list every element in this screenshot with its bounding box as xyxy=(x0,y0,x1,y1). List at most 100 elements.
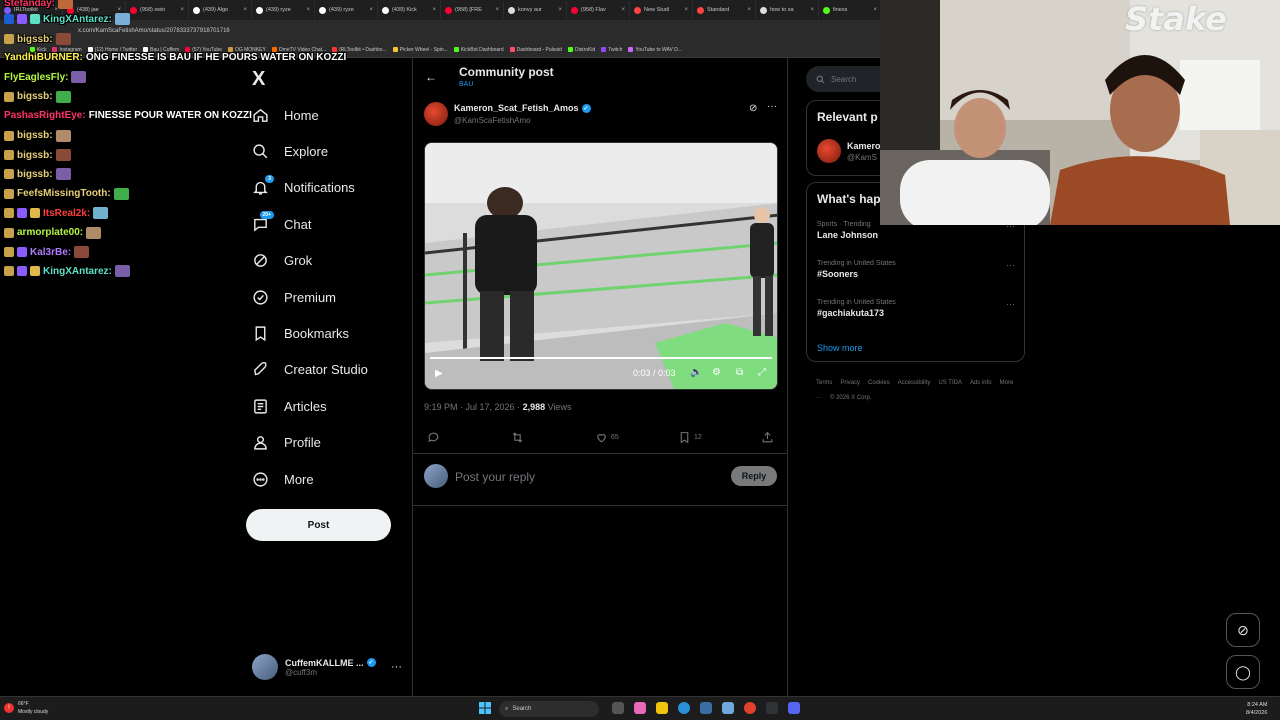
footer-link[interactable]: Accessibility xyxy=(898,380,931,386)
bookmark-link[interactable]: YouTube to WAV D... xyxy=(628,47,682,53)
close-icon[interactable]: × xyxy=(306,7,310,13)
bookmark-link[interactable]: Instagram xyxy=(52,47,82,53)
browser-tab[interactable]: Standard × xyxy=(693,1,756,19)
app-icon[interactable] xyxy=(722,702,734,714)
browser-tab[interactable]: (438) jae × xyxy=(63,1,126,19)
x-logo[interactable]: X xyxy=(252,68,265,91)
share-icon[interactable] xyxy=(761,431,774,444)
volume-icon[interactable]: 🔈 xyxy=(690,367,702,378)
app-icon[interactable] xyxy=(766,702,778,714)
more-dots-icon[interactable]: ··· xyxy=(391,661,402,673)
task-view-icon[interactable] xyxy=(612,702,624,714)
repost-icon[interactable] xyxy=(511,431,524,444)
reply-button[interactable]: Reply xyxy=(731,466,777,486)
bookmark-button[interactable]: 12 xyxy=(678,431,702,444)
like-button[interactable]: 65 xyxy=(595,431,619,444)
pip-icon[interactable]: ⧉ xyxy=(736,367,743,378)
discord-icon[interactable] xyxy=(788,702,800,714)
bookmark-link[interactable]: OmeTV Video Chat... xyxy=(271,47,326,53)
browser-tab[interactable]: how to sa × xyxy=(756,1,819,19)
app-icon[interactable] xyxy=(634,702,646,714)
bookmark-link[interactable]: (57) YouTube xyxy=(185,47,222,53)
close-icon[interactable]: × xyxy=(117,7,121,13)
nav-item-explore[interactable]: Explore xyxy=(250,136,328,166)
avatar[interactable] xyxy=(817,139,841,163)
author-handle[interactable]: @KamScaFetishAmo xyxy=(454,116,531,125)
footer-link[interactable]: Cookies xyxy=(868,380,890,386)
author-avatar[interactable] xyxy=(424,102,448,126)
chat-icon[interactable]: ◯ xyxy=(1226,655,1260,689)
close-icon[interactable]: × xyxy=(369,7,373,13)
reply-icon[interactable] xyxy=(427,431,440,444)
browser-tab[interactable]: (958) swin × xyxy=(126,1,189,19)
windows-start-icon[interactable] xyxy=(479,702,491,714)
browser-tab[interactable]: (439) ryze × xyxy=(315,1,378,19)
gear-icon[interactable]: ⚙ xyxy=(712,367,721,378)
weather-widget[interactable]: ! 66°F Mostly cloudy xyxy=(4,700,48,716)
bookmark-link[interactable]: DistroKid xyxy=(567,47,595,53)
nav-item-notifications[interactable]: 3 Notifications xyxy=(250,173,355,203)
footer-link[interactable]: Ads info xyxy=(970,380,992,386)
url-text[interactable]: x.com/KamScaFetishAmo/status/20783337379… xyxy=(78,28,230,34)
nav-item-premium[interactable]: Premium xyxy=(250,282,336,312)
nav-item-chat[interactable]: 20+ Chat xyxy=(250,209,311,239)
browser-tab[interactable]: (439) Algo × xyxy=(189,1,252,19)
nav-item-more[interactable]: More xyxy=(250,464,314,494)
browser-tab[interactable]: New Studi × xyxy=(630,1,693,19)
bookmark-link[interactable]: Twitch xyxy=(601,47,622,53)
show-more-link[interactable]: Show more xyxy=(817,343,863,353)
close-icon[interactable]: × xyxy=(432,7,436,13)
close-icon[interactable]: × xyxy=(54,7,58,13)
close-icon[interactable]: × xyxy=(810,7,814,13)
chrome-icon[interactable] xyxy=(744,702,756,714)
bookmark-link[interactable]: Bau | Cuffem xyxy=(143,47,179,53)
fullscreen-icon[interactable]: ⤢ xyxy=(758,367,766,378)
bookmark-link[interactable]: Dashboard - Pulsoid xyxy=(509,47,562,53)
nav-item-grok[interactable]: Grok xyxy=(250,246,312,276)
bookmark-link[interactable]: (12) Home / Twitter xyxy=(87,47,137,53)
more-dots-icon[interactable]: ··· xyxy=(1006,299,1015,309)
relevant-name[interactable]: Kamero xyxy=(847,141,881,151)
bookmark-link[interactable]: OG MONKEY xyxy=(227,47,266,53)
bookmark-link[interactable]: KickBot Dashboard xyxy=(453,47,504,53)
browser-tab[interactable]: (958) [FRE × xyxy=(441,1,504,19)
trend-item[interactable]: Trending in United States #gachiakuta173… xyxy=(817,299,1015,318)
close-icon[interactable]: × xyxy=(495,7,499,13)
trend-item[interactable]: Trending in United States #Sooners ··· xyxy=(817,260,1015,279)
video-progress-bar[interactable] xyxy=(430,357,772,359)
video-player[interactable]: ▶ 0:03 / 0:03 🔈 ⚙ ⧉ ⤢ xyxy=(424,142,778,390)
more-dots-icon[interactable]: ··· xyxy=(1006,260,1015,270)
grok-icon[interactable]: ⊘ xyxy=(1226,613,1260,647)
nav-item-home[interactable]: Home xyxy=(250,100,319,130)
close-icon[interactable]: × xyxy=(747,7,751,13)
bookmark-link[interactable]: IRLToolkit • Dashbo... xyxy=(332,47,387,53)
author-name[interactable]: Kameron_Scat_Fetish_Amos xyxy=(454,103,579,113)
browser-tab[interactable]: IRLToolkit × xyxy=(0,1,63,19)
edge-icon[interactable] xyxy=(678,702,690,714)
browser-tab[interactable]: (958) Flav × xyxy=(567,1,630,19)
store-icon[interactable] xyxy=(700,702,712,714)
nav-item-creator-studio[interactable]: Creator Studio xyxy=(250,355,368,385)
close-icon[interactable]: × xyxy=(180,7,184,13)
reply-input[interactable]: Post your reply xyxy=(455,470,535,484)
file-explorer-icon[interactable] xyxy=(656,702,668,714)
footer-link[interactable]: Terms xyxy=(816,380,832,386)
browser-tab[interactable]: finess × xyxy=(819,1,880,19)
arrow-left-icon[interactable]: ← xyxy=(425,70,437,84)
footer-link[interactable]: Privacy xyxy=(840,380,860,386)
taskbar-search[interactable]: ⌕ Search xyxy=(499,701,599,717)
grok-icon[interactable]: ⊘ xyxy=(749,103,757,114)
close-icon[interactable]: × xyxy=(558,7,562,13)
post-timestamp[interactable]: 9:19 PM · Jul 17, 2026 · xyxy=(424,402,523,412)
footer-link[interactable]: US TIDA xyxy=(938,380,962,386)
close-icon[interactable]: × xyxy=(243,7,247,13)
browser-tab[interactable]: (439) ryze × xyxy=(252,1,315,19)
post-button[interactable]: Post xyxy=(246,509,391,541)
system-clock[interactable]: 8:24 AM 8/4/2026 xyxy=(1246,701,1267,717)
nav-item-profile[interactable]: Profile xyxy=(250,428,321,458)
more-dots-icon[interactable]: ··· xyxy=(767,101,777,112)
community-link[interactable]: BAU xyxy=(459,81,473,88)
close-icon[interactable]: × xyxy=(621,7,625,13)
bookmark-link[interactable]: Picker Wheel - Spin... xyxy=(392,47,448,53)
nav-item-bookmarks[interactable]: Bookmarks xyxy=(250,318,349,348)
